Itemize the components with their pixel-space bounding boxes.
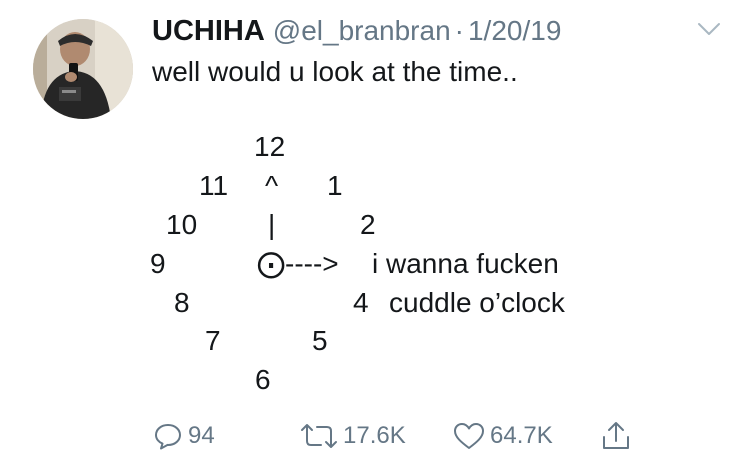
clock-2: 2 [360, 209, 376, 240]
clock-arrow-up: ^ [265, 170, 279, 201]
tweet-text: well would u look at the time.. [152, 56, 518, 87]
reply-count: 94 [188, 422, 215, 449]
clock-4: 4 [353, 287, 369, 318]
retweet-icon [301, 424, 337, 448]
tweet-actions: 94 17.6K 64.7K [0, 418, 750, 454]
heart-icon [454, 423, 484, 449]
display-name[interactable]: UCHIHA [152, 15, 265, 47]
clock-10: 10 [166, 209, 198, 240]
clock-text-line-b: cuddle o’clock [389, 287, 565, 318]
clock-11: 11 [199, 170, 229, 201]
reply-button[interactable]: 94 [152, 418, 215, 454]
user-handle[interactable]: @el_branbran [273, 15, 451, 46]
tweet-header: UCHIHA @el_branbran · 1/20/19 [152, 14, 561, 53]
chevron-down-icon[interactable] [696, 20, 722, 38]
clock-5: 5 [312, 325, 328, 356]
clock-7: 7 [205, 325, 221, 356]
separator-dot: · [454, 15, 464, 46]
clock-1: 1 [327, 170, 343, 201]
clock-8: 8 [174, 287, 190, 318]
retweet-button[interactable]: 17.6K [299, 418, 406, 454]
reply-icon [155, 424, 181, 450]
avatar[interactable] [33, 19, 133, 119]
tweet-date[interactable]: 1/20/19 [468, 15, 561, 46]
like-count: 64.7K [490, 422, 553, 449]
retweet-count: 17.6K [343, 422, 406, 449]
clock-9: 9 [150, 248, 166, 279]
clock-text-line-a: i wanna fucken [372, 248, 559, 279]
clock-12: 12 [254, 131, 286, 162]
share-icon [603, 422, 629, 449]
like-button[interactable]: 64.7K [452, 418, 553, 454]
clock-stem: | [268, 209, 276, 240]
share-button[interactable] [600, 418, 632, 454]
clock-6: 6 [255, 364, 271, 395]
clock-center-arrow: ⨀----> [257, 248, 339, 279]
